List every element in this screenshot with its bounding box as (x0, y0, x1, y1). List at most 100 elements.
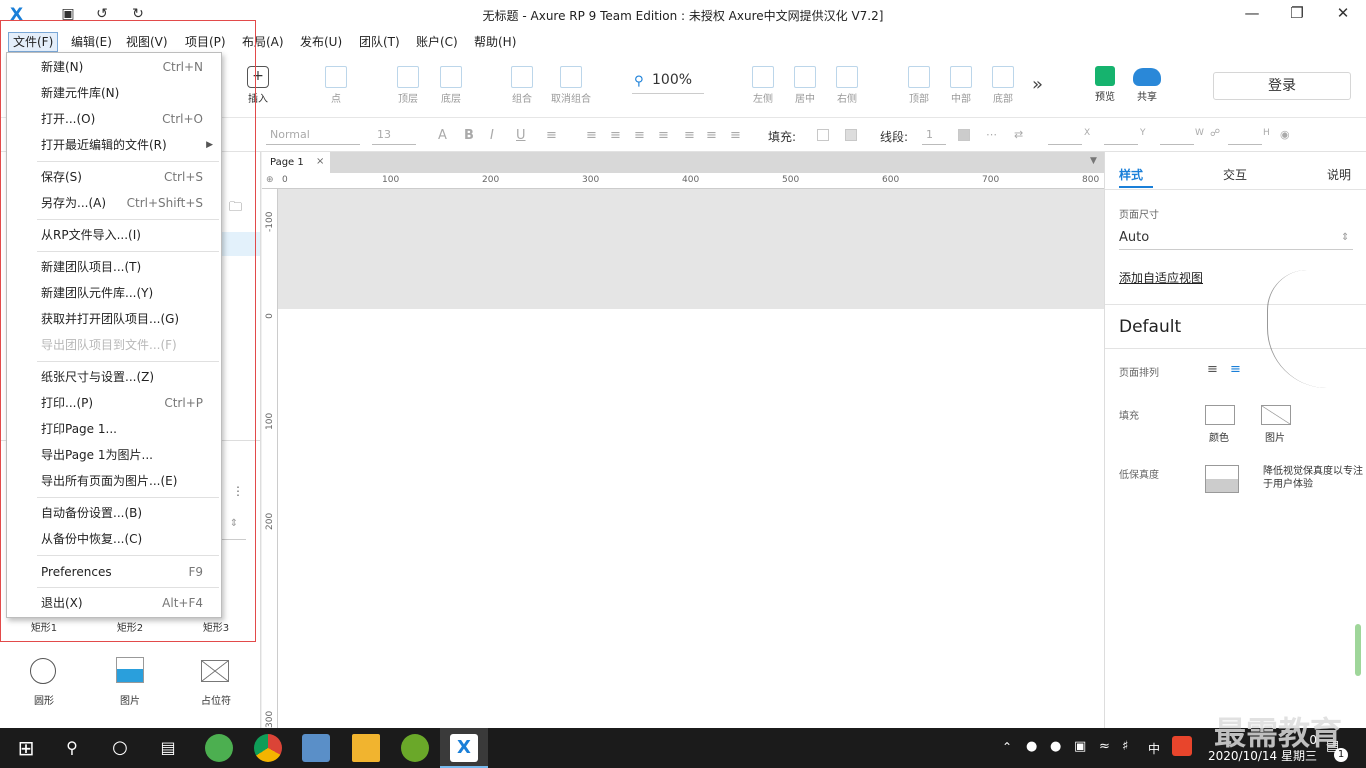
align-right-button[interactable]: 右侧 (825, 62, 869, 110)
menu-account[interactable]: 账户(C) (412, 32, 462, 52)
group-button[interactable]: 组合 (500, 62, 544, 110)
fill-shadow-swatch[interactable] (845, 129, 857, 141)
circle-widget-icon[interactable] (30, 658, 56, 684)
align-middle-button[interactable]: 中部 (939, 62, 983, 110)
font-style-select[interactable]: Normal (270, 128, 310, 141)
valign-bottom-icon[interactable]: ≡ (730, 128, 741, 143)
tab-notes[interactable]: 说明 (1327, 166, 1351, 183)
stroke-width-input[interactable]: 1 (926, 128, 933, 141)
menu-new[interactable]: 新建(N) Ctrl+N (7, 56, 221, 78)
bullet-list-icon[interactable]: ≡ (546, 128, 557, 143)
windows-start-icon[interactable]: ⊞ (12, 734, 40, 762)
ungroup-button[interactable]: 取消组合 (549, 62, 593, 110)
menu-save[interactable]: 保存(S) Ctrl+S (7, 166, 221, 188)
fill-color-swatch[interactable] (817, 129, 829, 141)
align-left-button[interactable]: 左侧 (741, 62, 785, 110)
align-text-left-icon[interactable]: ≡ (586, 128, 597, 143)
font-size-select[interactable]: 13 (377, 128, 391, 141)
fill-color-button[interactable] (1205, 405, 1235, 425)
zoom-select[interactable]: 100% (632, 72, 704, 94)
tray-app-icon[interactable]: ● (1026, 739, 1037, 754)
align-text-right-icon[interactable]: ≡ (634, 128, 645, 143)
bold-icon[interactable]: B (464, 128, 474, 143)
font-color-icon[interactable]: A (438, 128, 447, 143)
page-align-left-icon[interactable]: ≡ (1207, 362, 1218, 377)
arrow-style-icon[interactable]: ⇄ (1014, 128, 1023, 141)
page-align-center-icon[interactable]: ≡ (1230, 362, 1241, 377)
close-tab-icon[interactable]: × (316, 156, 324, 167)
menu-page-setup[interactable]: 纸张尺寸与设置...(Z) (7, 366, 221, 388)
visibility-icon[interactable]: ◉ (1280, 128, 1290, 141)
menu-print-page[interactable]: 打印Page 1... (7, 418, 221, 440)
point-button[interactable]: 点 (314, 62, 358, 110)
scroll-indicator[interactable] (1355, 624, 1361, 676)
battery-icon[interactable]: ▣ (1074, 739, 1086, 754)
tab-page-1[interactable]: Page 1 × (262, 152, 330, 173)
search-icon[interactable]: ⚲ (58, 734, 86, 762)
menu-auto-backup[interactable]: 自动备份设置...(B) (7, 502, 221, 524)
add-adaptive-view-link[interactable]: 添加自适应视图 (1119, 269, 1203, 286)
lowfi-toggle[interactable] (1205, 465, 1239, 493)
stroke-pattern-icon[interactable]: ⋯ (986, 128, 997, 141)
page-size-select[interactable]: Auto (1119, 230, 1353, 250)
axure-taskbar-button[interactable]: X (440, 728, 488, 768)
more-tools-icon[interactable]: » (1032, 74, 1043, 95)
share-button[interactable]: 共享 (1125, 62, 1169, 110)
image-widget-icon[interactable] (116, 657, 144, 683)
menu-restore-backup[interactable]: 从备份中恢复...(C) (7, 528, 221, 550)
qq-icon[interactable]: ● (1050, 739, 1061, 754)
page-size-stepper-icon[interactable]: ⇕ (1341, 232, 1349, 243)
wifi-icon[interactable]: ≈ (1099, 739, 1110, 754)
italic-icon[interactable]: I (490, 128, 494, 143)
menu-new-library[interactable]: 新建元件库(N) (7, 82, 221, 104)
fill-image-button[interactable] (1261, 405, 1291, 425)
menu-save-as[interactable]: 另存为...(A) Ctrl+Shift+S (7, 192, 221, 214)
widget-placeholder-label[interactable]: 占位符 (186, 692, 246, 707)
menu-new-team-project[interactable]: 新建团队项目...(T) (7, 256, 221, 278)
tray-expand-icon[interactable]: ⌃ (1002, 740, 1012, 754)
lock-ratio-icon[interactable]: ☍ (1210, 128, 1220, 139)
menu-export-all-images[interactable]: 导出所有页面为图片...(E) (7, 470, 221, 492)
justify-text-icon[interactable]: ≡ (658, 128, 669, 143)
volume-icon[interactable]: ♯ (1122, 739, 1128, 754)
menu-publish[interactable]: 发布(U) (296, 32, 346, 52)
underline-icon[interactable]: U (516, 128, 526, 143)
menu-team[interactable]: 团队(T) (355, 32, 404, 52)
placeholder-widget-icon[interactable] (201, 660, 229, 682)
ime-indicator[interactable]: 中 (1148, 740, 1160, 757)
menu-exit[interactable]: 退出(X) Alt+F4 (7, 592, 221, 614)
align-center-button[interactable]: 居中 (783, 62, 827, 110)
align-bottom-button[interactable]: 底部 (981, 62, 1025, 110)
widget-image-label[interactable]: 图片 (100, 692, 160, 707)
green-app-icon[interactable] (401, 734, 429, 762)
valign-top-icon[interactable]: ≡ (684, 128, 695, 143)
valign-middle-icon[interactable]: ≡ (706, 128, 717, 143)
cortana-icon[interactable]: ○ (106, 734, 134, 762)
design-canvas[interactable] (278, 309, 1104, 728)
notes-app-icon[interactable] (302, 734, 330, 762)
tab-interaction[interactable]: 交互 (1223, 166, 1247, 183)
menu-recent-files[interactable]: 打开最近编辑的文件(R) ▶ (7, 134, 221, 156)
menu-new-team-library[interactable]: 新建团队元件库...(Y) (7, 282, 221, 304)
top-layer-button[interactable]: 顶层 (386, 62, 430, 110)
menu-preferences[interactable]: Preferences F9 (7, 561, 221, 583)
menu-export-page-image[interactable]: 导出Page 1为图片... (7, 444, 221, 466)
preview-button[interactable]: 预览 (1083, 62, 1127, 110)
menu-print[interactable]: 打印...(P) Ctrl+P (7, 392, 221, 414)
menu-get-team-project[interactable]: 获取并打开团队项目...(G) (7, 308, 221, 330)
menu-help[interactable]: 帮助(H) (470, 32, 520, 52)
file-explorer-icon[interactable] (352, 734, 380, 762)
sogou-ime-icon[interactable] (1172, 736, 1192, 756)
close-button[interactable]: ✕ (1331, 4, 1355, 26)
tab-style[interactable]: 样式 (1119, 166, 1143, 183)
login-button[interactable]: 登录 (1213, 72, 1351, 100)
align-top-button[interactable]: 顶部 (897, 62, 941, 110)
align-text-center-icon[interactable]: ≡ (610, 128, 621, 143)
widget-circle-label[interactable]: 圆形 (14, 692, 74, 707)
bottom-layer-button[interactable]: 底层 (429, 62, 473, 110)
minimize-button[interactable]: — (1240, 4, 1264, 26)
browser-360-icon[interactable] (205, 734, 233, 762)
tab-list-arrow-icon[interactable]: ▼ (1090, 156, 1097, 166)
task-view-icon[interactable]: ▤ (154, 734, 182, 762)
menu-open[interactable]: 打开...(O) Ctrl+O (7, 108, 221, 130)
